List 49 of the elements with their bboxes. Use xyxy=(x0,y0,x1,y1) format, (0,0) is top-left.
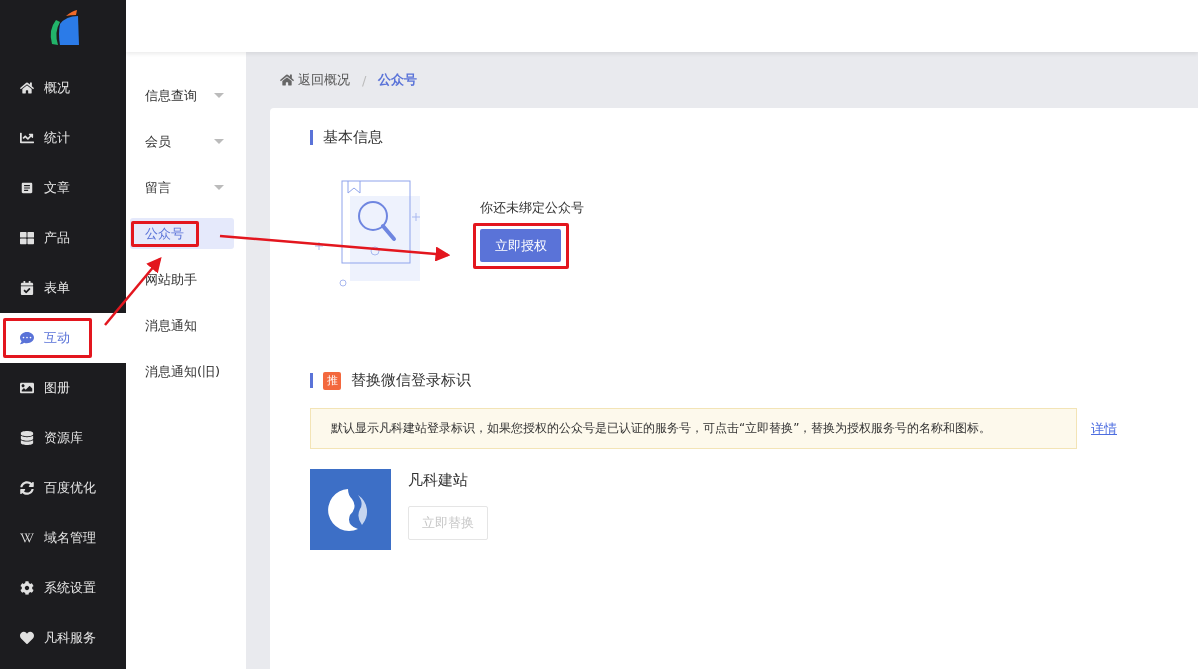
calendar-icon xyxy=(20,281,34,295)
section-title: 替换微信登录标识 xyxy=(351,371,471,390)
submenu-item[interactable]: 公众号 xyxy=(130,218,234,249)
w-letter-icon xyxy=(20,531,34,545)
nav-item[interactable]: 表单 xyxy=(0,263,126,313)
document-icon xyxy=(20,181,34,195)
back-link[interactable]: 返回概况 xyxy=(280,71,350,89)
nav-item[interactable]: 互动 xyxy=(0,313,126,363)
chat-icon xyxy=(20,331,34,345)
home-icon xyxy=(280,73,294,87)
submenu-item[interactable]: 消息通知 xyxy=(130,310,234,341)
image-icon xyxy=(20,381,34,395)
heart-icon xyxy=(20,631,34,645)
notice-banner: 默认显示凡科建站登录标识，如果您授权的公众号是已认证的服务号，可点击“立即替换”，替换为授权服务号的名称和图标。 xyxy=(310,408,1077,449)
breadcrumb-current: 公众号 xyxy=(378,71,418,89)
submenu-item[interactable]: 消息通知(旧) xyxy=(130,356,234,387)
nav-item[interactable]: 资源库 xyxy=(0,413,126,463)
nav-item[interactable]: 概况 xyxy=(0,63,126,113)
nav-item[interactable]: 系统设置 xyxy=(0,563,126,613)
nav-item[interactable]: 文章 xyxy=(0,163,126,213)
brand-name: 凡科建站 xyxy=(408,471,469,490)
section-title: 基本信息 xyxy=(323,128,383,147)
status-message: 你还未绑定公众号 xyxy=(480,199,584,217)
caret-icon xyxy=(214,185,224,190)
recommend-badge: 推 xyxy=(323,371,341,390)
chart-icon xyxy=(20,131,34,145)
home-icon xyxy=(20,81,34,95)
nav-item[interactable]: 统计 xyxy=(0,113,126,163)
nav-item[interactable]: 凡科服务 xyxy=(0,613,126,663)
section-marker xyxy=(310,373,313,388)
submenu-item[interactable]: 网站助手 xyxy=(130,264,234,295)
submenu-item[interactable]: 会员 xyxy=(130,126,234,157)
grid-icon xyxy=(20,231,34,245)
caret-icon xyxy=(214,93,224,98)
nav-item[interactable]: 域名管理 xyxy=(0,513,126,563)
caret-icon xyxy=(214,139,224,144)
submenu-item[interactable]: 留言 xyxy=(130,172,234,203)
submenu-item[interactable]: 信息查询 xyxy=(130,80,234,111)
nav-item[interactable]: 百度优化 xyxy=(0,463,126,513)
section-marker xyxy=(310,130,313,145)
breadcrumb-separator: / xyxy=(361,72,368,88)
highlight-frame xyxy=(131,221,199,247)
database-icon xyxy=(20,431,34,445)
authorize-button[interactable]: 立即授权 xyxy=(480,229,561,262)
nav-item[interactable]: 图册 xyxy=(0,363,126,413)
sync-icon xyxy=(20,481,34,495)
settings-icon xyxy=(20,581,34,595)
nav-item[interactable]: 产品 xyxy=(0,213,126,263)
details-link[interactable]: 详情 xyxy=(1091,419,1117,438)
